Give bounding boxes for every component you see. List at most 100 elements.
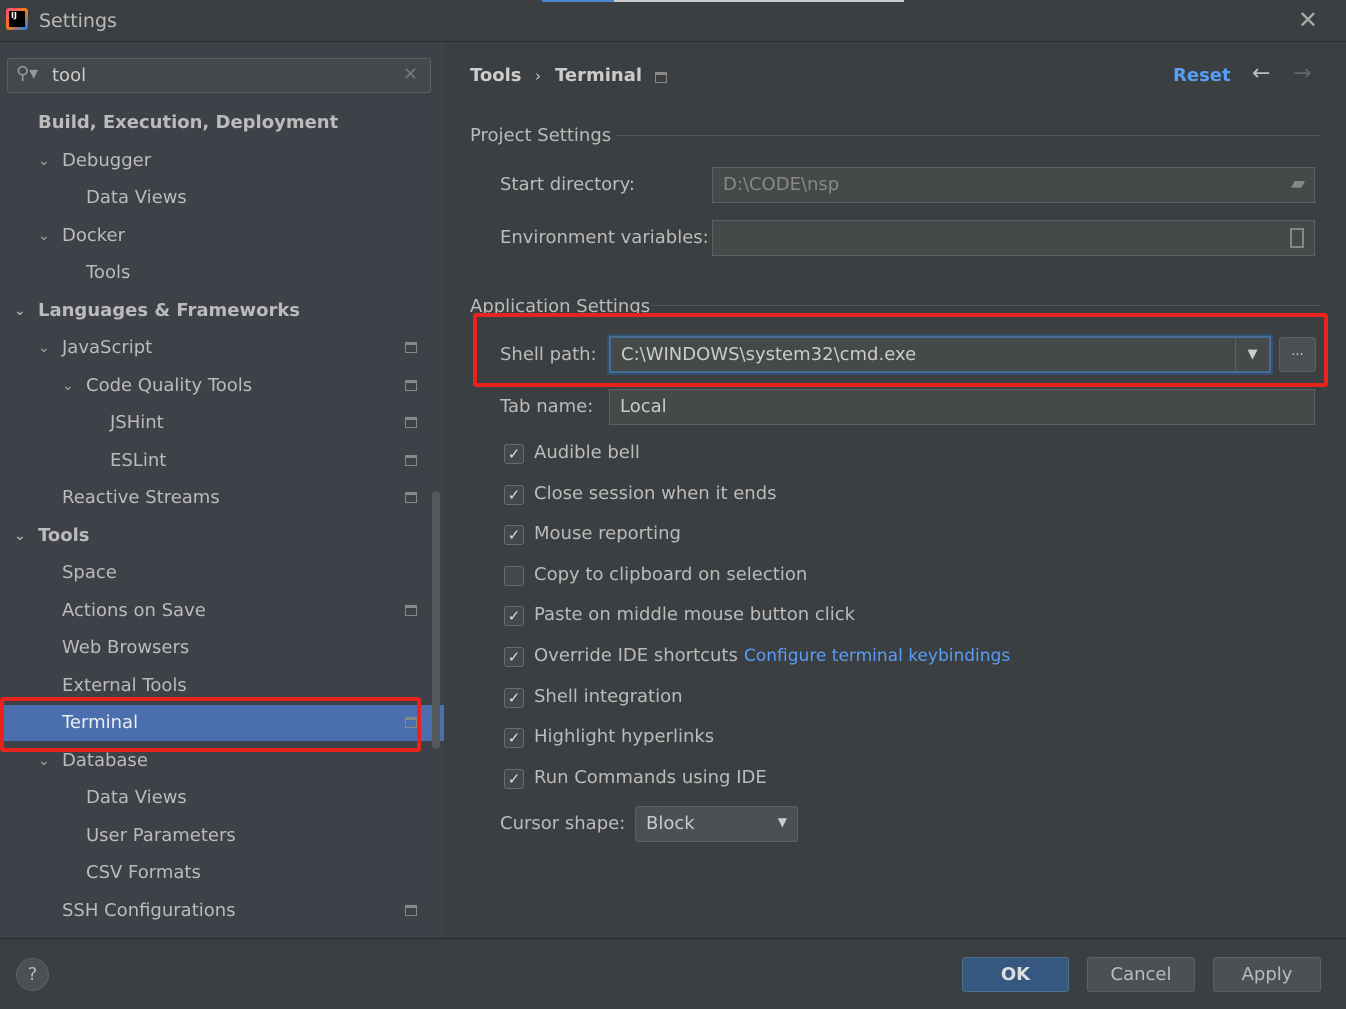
sidebar-item[interactable]: ⌄ Docker <box>0 218 444 254</box>
apply-button[interactable]: Apply <box>1213 957 1321 992</box>
chevron-down-icon[interactable]: ⌄ <box>38 330 50 366</box>
sidebar-item-label: CSV Formats <box>86 862 201 883</box>
intellij-logo-icon: IJ <box>6 8 28 30</box>
highlight-box <box>473 313 1328 387</box>
sidebar-item[interactable]: Web Browsers <box>0 630 444 666</box>
sidebar-item[interactable]: ⌄ Debugger <box>0 143 444 179</box>
chevron-down-icon[interactable]: ⌄ <box>38 218 50 254</box>
edit-list-icon[interactable] <box>1290 228 1304 248</box>
breadcrumb-terminal: Terminal <box>555 65 643 86</box>
sidebar-item-label: Data Views <box>86 187 187 208</box>
reset-link[interactable]: Reset <box>1173 65 1231 86</box>
folder-icon[interactable]: ▰ <box>1291 173 1305 194</box>
breadcrumb-tools[interactable]: Tools <box>470 65 522 86</box>
sidebar-item-label: JavaScript <box>62 337 153 358</box>
checkbox[interactable]: ✓ <box>504 768 524 789</box>
cancel-button[interactable]: Cancel <box>1087 957 1195 992</box>
cursor-shape-select[interactable]: Block ▼ <box>635 806 798 842</box>
sidebar-item-label: Tools <box>38 524 90 546</box>
checkbox[interactable] <box>504 565 524 586</box>
sidebar-item[interactable]: ESLint <box>0 443 444 479</box>
sidebar-item[interactable]: User Parameters <box>0 818 444 854</box>
chevron-down-icon[interactable]: ⌄ <box>62 368 74 404</box>
clear-search-icon[interactable]: ✕ <box>403 64 418 85</box>
tab-name-value: Local <box>620 396 667 417</box>
chevron-down-icon[interactable]: ⌄ <box>14 518 26 554</box>
sidebar-item[interactable]: ⌄ Code Quality Tools <box>0 368 444 404</box>
back-arrow-icon[interactable]: ← <box>1252 61 1270 86</box>
start-directory-value: D:\CODE\nsp <box>723 174 840 195</box>
sidebar-item[interactable]: Space <box>0 555 444 591</box>
sidebar-item[interactable]: SSH Configurations <box>0 893 444 929</box>
project-scope-icon <box>405 604 417 616</box>
sidebar-item-label: Reactive Streams <box>62 487 220 508</box>
sidebar-item[interactable]: Actions on Save <box>0 593 444 629</box>
sidebar-item[interactable]: Data Views <box>0 780 444 816</box>
window-title: Settings <box>39 10 117 32</box>
checkbox-label[interactable]: Copy to clipboard on selection <box>534 564 807 585</box>
checkbox[interactable]: ✓ <box>504 525 524 546</box>
decoration <box>542 0 614 2</box>
env-variables-field[interactable] <box>712 220 1315 256</box>
decoration <box>614 0 904 2</box>
highlight-box <box>0 697 421 752</box>
checkbox-label[interactable]: Mouse reporting <box>534 523 681 544</box>
sidebar-item-label: Debugger <box>62 149 152 171</box>
sidebar-item-label: Docker <box>62 224 126 246</box>
cursor-shape-label: Cursor shape: <box>500 813 626 834</box>
chevron-down-icon[interactable]: ⌄ <box>14 293 26 329</box>
cursor-shape-value: Block <box>646 813 695 834</box>
sidebar-item[interactable]: Reactive Streams <box>0 480 444 516</box>
sidebar-item[interactable]: ⌄ Tools <box>0 518 444 554</box>
sidebar-item[interactable]: CSV Formats <box>0 855 444 891</box>
chevron-down-icon[interactable]: ⌄ <box>38 143 50 179</box>
checkbox-label[interactable]: Paste on middle mouse button click <box>534 604 855 625</box>
checkbox-label[interactable]: Run Commands using IDE <box>534 767 767 788</box>
start-directory-field[interactable]: D:\CODE\nsp ▰ <box>712 167 1315 203</box>
tab-name-label: Tab name: <box>500 396 594 417</box>
checkbox-label[interactable]: Override IDE shortcuts <box>534 645 738 666</box>
sidebar-item-label: Actions on Save <box>62 599 206 621</box>
sidebar-scrollbar[interactable] <box>432 491 440 749</box>
forward-arrow-icon[interactable]: → <box>1293 61 1311 86</box>
project-scope-icon <box>405 454 417 466</box>
configure-keybindings-link[interactable]: Configure terminal keybindings <box>744 646 1010 666</box>
search-input[interactable]: ⚲▾ tool ✕ <box>7 58 431 93</box>
sidebar-item-label: Data Views <box>86 787 187 808</box>
sidebar-item[interactable]: JSHint <box>0 405 444 441</box>
checkbox-label[interactable]: Close session when it ends <box>534 483 777 504</box>
tab-name-field[interactable]: Local <box>609 389 1315 425</box>
ok-button[interactable]: OK <box>962 957 1069 992</box>
title-bar: IJ Settings ✕ <box>0 0 1346 42</box>
sidebar-item-label: Languages & Frameworks <box>38 299 301 321</box>
project-scope-icon <box>405 492 417 503</box>
sidebar-item-label: JSHint <box>110 412 164 433</box>
checkbox-label[interactable]: Highlight hyperlinks <box>534 726 714 747</box>
checkbox[interactable]: ✓ <box>504 687 524 708</box>
sidebar-item-label: Code Quality Tools <box>86 374 253 396</box>
close-icon[interactable]: ✕ <box>1298 6 1318 34</box>
sidebar-item-label: Tools <box>86 262 131 283</box>
checkbox[interactable]: ✓ <box>504 484 524 505</box>
sidebar-item[interactable]: Data Views <box>0 180 444 216</box>
sidebar-item-label: Space <box>62 562 117 583</box>
sidebar-item[interactable]: Tools <box>0 255 444 291</box>
project-scope-icon <box>405 904 417 916</box>
sidebar-item[interactable]: ⌄ Languages & Frameworks <box>0 293 444 329</box>
sidebar-item-label: SSH Configurations <box>62 899 236 921</box>
checkbox-label[interactable]: Audible bell <box>534 442 640 463</box>
checkbox[interactable]: ✓ <box>504 647 524 667</box>
checkbox-label[interactable]: Shell integration <box>534 686 683 707</box>
sidebar-item[interactable]: Build, Execution, Deployment <box>0 105 444 141</box>
help-button[interactable]: ? <box>16 958 49 991</box>
sidebar-item[interactable]: ⌄ JavaScript <box>0 330 444 366</box>
breadcrumb-separator: › <box>535 67 541 85</box>
project-scope-icon <box>405 342 417 353</box>
sidebar-item-label: Web Browsers <box>62 637 190 658</box>
checkbox[interactable]: ✓ <box>504 728 524 749</box>
search-value: tool <box>52 65 87 86</box>
checkbox[interactable]: ✓ <box>504 444 524 464</box>
settings-panel: Tools › Terminal Reset ← → Project Setti… <box>444 43 1346 938</box>
checkbox[interactable]: ✓ <box>504 606 524 627</box>
sidebar-item-label: ESLint <box>110 449 167 471</box>
